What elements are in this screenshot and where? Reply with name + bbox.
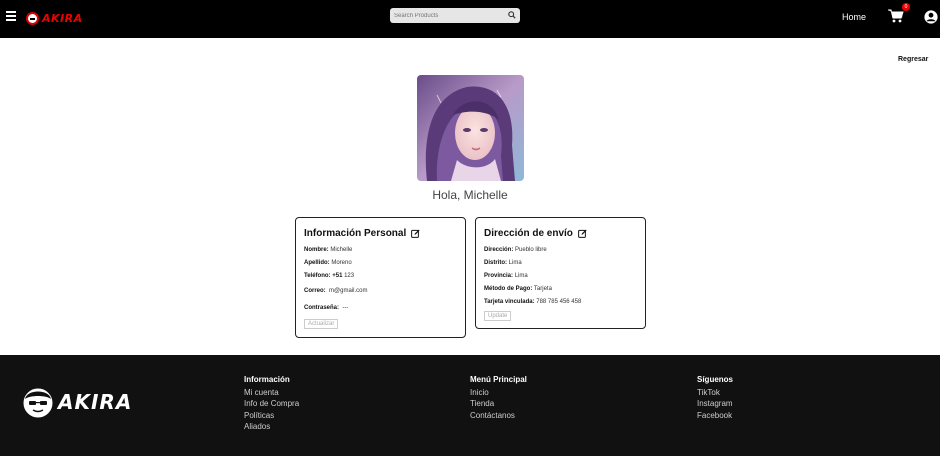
telefono-prefix: +51 <box>332 273 343 279</box>
cart-count-badge: 0 <box>902 3 910 11</box>
footer-social-column: Síguenos TikTok Instagram Facebook <box>697 375 733 421</box>
metodo-pago-label: Método de Pago: <box>484 286 533 292</box>
actualizar-button[interactable]: Actualizar <box>304 319 339 329</box>
nombre-label: Nombre: <box>304 247 329 253</box>
direccion-row: Dirección: Pueblo libre <box>484 247 547 253</box>
footer-info-title: Información <box>244 375 290 384</box>
telefono-value: 123 <box>344 273 355 279</box>
apellido-value: Moreno <box>331 260 352 266</box>
shipping-info-title: Dirección de envío <box>484 228 573 239</box>
apellido-label: Apellido: <box>304 260 330 266</box>
direccion-value: Pueblo libre <box>515 247 547 253</box>
tarjeta-value: 788 785 456 458 <box>536 299 582 305</box>
footer-link-tienda[interactable]: Tienda <box>470 398 527 409</box>
footer-logo[interactable]: AKIRA <box>22 386 132 418</box>
shopping-cart-icon[interactable] <box>888 9 904 23</box>
search-bar <box>390 8 520 23</box>
nav-home-link[interactable]: Home <box>842 12 866 22</box>
footer-menu-column: Menú Principal Inicio Tienda Contáctanos <box>470 375 527 421</box>
correo-row: Correo: m@gmail.com <box>304 288 367 294</box>
footer-link-info-compra[interactable]: Info de Compra <box>244 398 299 409</box>
tarjeta-label: Tarjeta vinculada: <box>484 299 535 305</box>
search-input[interactable] <box>392 8 504 23</box>
telefono-row: Teléfono: +51 123 <box>304 273 354 279</box>
footer-link-politicas[interactable]: Políticas <box>244 410 299 421</box>
distrito-label: Distrito: <box>484 260 507 266</box>
hamburger-menu-icon[interactable] <box>6 11 16 21</box>
user-account-icon[interactable] <box>924 10 938 24</box>
contrasena-label: Contraseña: <box>304 305 340 311</box>
direccion-label: Dirección: <box>484 247 514 253</box>
provincia-value: Lima <box>514 273 528 279</box>
correo-label: Correo: <box>304 288 326 294</box>
update-button[interactable]: Update <box>484 311 512 321</box>
edit-shipping-icon[interactable] <box>578 229 587 238</box>
footer-link-aliados[interactable]: Aliados <box>244 421 299 432</box>
contrasena-row: Contraseña: --- <box>304 305 348 311</box>
apellido-row: Apellido: Moreno <box>304 260 352 266</box>
metodo-pago-value: Tarjeta <box>533 286 552 292</box>
edit-personal-icon[interactable] <box>411 229 420 238</box>
contrasena-value: --- <box>342 305 349 311</box>
search-icon[interactable] <box>508 11 516 19</box>
footer-link-facebook[interactable]: Facebook <box>697 410 733 421</box>
correo-value: m@gmail.com <box>329 288 368 294</box>
top-navbar: AKIRA Home 0 <box>0 0 940 38</box>
footer-menu-title: Menú Principal <box>470 375 527 384</box>
footer-social-title: Síguenos <box>697 375 734 384</box>
nombre-row: Nombre: Michelle <box>304 247 352 253</box>
logo-face-icon <box>23 388 53 418</box>
footer-info-column: Información Mi cuenta Info de Compra Pol… <box>244 375 299 432</box>
shipping-info-card: Dirección de envío Dirección: Pueblo lib… <box>475 217 646 329</box>
distrito-row: Distrito: Lima <box>484 260 522 266</box>
provincia-label: Provincia: <box>484 273 514 279</box>
profile-avatar <box>417 75 524 181</box>
personal-info-heading: Información Personal <box>304 228 420 239</box>
greeting-text: Hola, Michelle <box>432 188 508 202</box>
site-footer: AKIRA Información Mi cuenta Info de Comp… <box>0 355 940 456</box>
footer-link-inicio[interactable]: Inicio <box>470 387 527 398</box>
footer-link-instagram[interactable]: Instagram <box>697 398 733 409</box>
nombre-value: Michelle <box>330 247 353 253</box>
footer-logo-text: AKIRA <box>58 390 133 414</box>
footer-link-tiktok[interactable]: TikTok <box>697 387 733 398</box>
back-link[interactable]: Regresar <box>898 56 928 63</box>
metodo-pago-row: Método de Pago: Tarjeta <box>484 286 552 292</box>
telefono-label: Teléfono: <box>304 273 331 279</box>
footer-link-mi-cuenta[interactable]: Mi cuenta <box>244 387 299 398</box>
footer-link-contactanos[interactable]: Contáctanos <box>470 410 527 421</box>
provincia-row: Provincia: Lima <box>484 273 528 279</box>
tarjeta-row: Tarjeta vinculada: 788 785 456 458 <box>484 299 581 305</box>
brand-logo[interactable]: AKIRA <box>26 11 83 25</box>
shipping-info-heading: Dirección de envío <box>484 228 587 239</box>
personal-info-title: Información Personal <box>304 228 407 239</box>
logo-text: AKIRA <box>42 11 83 25</box>
personal-info-card: Información Personal Nombre: Michelle Ap… <box>295 217 466 338</box>
distrito-value: Lima <box>508 260 522 266</box>
logo-face-icon <box>26 11 39 25</box>
